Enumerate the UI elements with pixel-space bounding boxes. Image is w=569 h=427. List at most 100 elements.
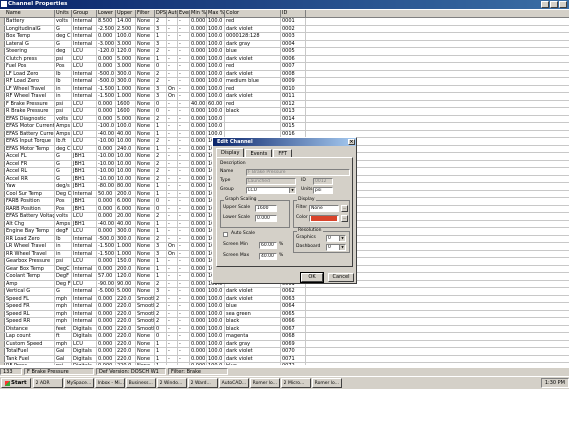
graphics-select[interactable]: 0 ▼ — [326, 235, 346, 242]
close-button[interactable] — [559, 1, 567, 8]
screen-min-input[interactable]: 60.00 — [259, 242, 277, 249]
taskbar-item[interactable]: MySpace... — [63, 378, 94, 388]
taskbar-item[interactable]: 2 Windo... — [156, 378, 187, 388]
table-cell: - — [178, 48, 190, 55]
column-header[interactable]: Lower — [97, 10, 116, 17]
taskbar-item[interactable]: AutoCAD... — [218, 378, 249, 388]
table-row[interactable]: F Brake Pressure psi LCU 0.000 1600 None 0- -40… — [0, 100, 569, 108]
table-row[interactable]: Tank Fuel Gal Digitals 0.000 220.0 None 1- -0.0… — [0, 355, 569, 363]
taskbar-item[interactable]: 2 Ward... — [187, 378, 218, 388]
column-header[interactable]: Auto — [167, 10, 178, 17]
table-row[interactable]: EFAS Motor Current Amps LCU -100.0 100.0 None… — [0, 123, 569, 131]
table-row[interactable]: Speed FL mph Internal 0.000 220.0 Smooth 2- -0.… — [0, 295, 569, 303]
column-header[interactable]: DPS — [155, 10, 167, 17]
column-header[interactable]: Min % — [190, 10, 207, 17]
table-row[interactable]: Steering deg LCU -120.0 120.0 None 2- -0.000 100… — [0, 48, 569, 56]
tab-display[interactable]: Display — [216, 148, 245, 157]
column-header[interactable]: Upper — [116, 10, 136, 17]
id-field[interactable]: 0012 — [313, 178, 333, 185]
table-row[interactable]: Speed RL mph Internal 0.000 220.0 Smooth 2- -0.… — [0, 310, 569, 318]
filter-browse-button[interactable]: … — [341, 205, 348, 212]
table-cell: LCU — [72, 63, 97, 70]
table-cell: blue — [225, 48, 281, 55]
table-row[interactable]: Speed FR mph Internal 0.000 220.0 Smooth 2- -0.… — [0, 303, 569, 311]
start-button[interactable]: Start — [1, 378, 31, 388]
table-cell: LCU — [72, 145, 97, 152]
ok-button[interactable]: OK — [300, 272, 324, 283]
taskbar-item[interactable]: Business... — [125, 378, 156, 388]
resolution-group: Resolution Graphics 0 ▼ Dashboard 0 ▼ — [293, 228, 350, 253]
table-cell: JBH1 — [72, 153, 97, 160]
table-cell: Alt Chg — [5, 220, 55, 227]
table-row[interactable]: LF Wheel Travel in Internal -1.500 1.000 None… — [0, 85, 569, 93]
table-cell: Internal — [72, 25, 97, 32]
color-field[interactable] — [309, 215, 339, 222]
table-cell: Smooth — [137, 303, 155, 310]
table-cell: Internal — [72, 40, 97, 47]
table-row[interactable]: Vertical G G Internal -5.000 5.000 None 3- -0.0… — [0, 288, 569, 296]
dashboard-select[interactable]: 0 ▼ — [326, 244, 346, 251]
table-cell: blue — [225, 303, 281, 310]
table-row[interactable]: Custom Speed mph LCU 0.000 220.0 None 1- -0.000… — [0, 340, 569, 348]
table-cell: Internal — [72, 273, 97, 280]
table-cell: 2 — [155, 235, 167, 242]
lower-scale-input[interactable]: 0.000 — [255, 215, 277, 222]
taskbar-item[interactable]: Romer lo... — [311, 378, 342, 388]
cancel-button[interactable]: Cancel — [328, 273, 354, 282]
table-cell: LongitudinalG — [5, 25, 55, 32]
column-header[interactable]: Name — [5, 10, 55, 17]
table-row[interactable]: LongitudinalG G Internal -2.500 2.500 None 3- -… — [0, 25, 569, 33]
maximize-button[interactable] — [550, 1, 558, 8]
table-cell: - — [167, 190, 178, 197]
filter-field[interactable]: None — [309, 205, 339, 212]
taskbar-item[interactable]: Inbox - Mi... — [94, 378, 125, 388]
table-cell: 1.000 — [116, 93, 136, 100]
table-cell: - — [178, 273, 190, 280]
type-field[interactable]: Launched — [246, 178, 296, 185]
table-row[interactable]: Speed RR mph Internal 0.000 220.0 Smooth 2- -0.… — [0, 318, 569, 326]
table-cell: Accel FR — [5, 160, 55, 167]
color-browse-button[interactable]: … — [341, 215, 348, 222]
table-cell: red — [225, 18, 281, 25]
table-row[interactable]: EFAS Diagnostic volts LCU 0.000 5.000 None 2- -… — [0, 115, 569, 123]
column-header[interactable]: Event — [178, 10, 190, 17]
table-row[interactable]: LF Load Zero lb Internal -500.0 300.0 None 2- -… — [0, 70, 569, 78]
group-select[interactable]: LCU ▼ — [246, 187, 296, 194]
dialog-close-button[interactable]: × — [348, 139, 355, 145]
units-field[interactable]: psi — [313, 187, 333, 194]
table-row[interactable]: RF Wheel Travel in Internal -1.500 1.000 None… — [0, 93, 569, 101]
column-header[interactable]: Units — [55, 10, 72, 17]
table-cell: LR Wheel Travel — [5, 243, 55, 250]
table-row[interactable]: Box Temp deg C Internal 0.000 100.0 None 1- -0.… — [0, 33, 569, 41]
table-row[interactable]: R Brake Pressure psi LCU 0.000 1600 None 0- -0.… — [0, 108, 569, 116]
taskbar-item[interactable]: 2 Micro... — [280, 378, 311, 388]
table-row[interactable]: Battery volts Internal 8.500 14.00 None 2- -0.0… — [0, 18, 569, 26]
table-cell: 0.000 — [191, 115, 207, 122]
upper-scale-input[interactable]: 1600 — [255, 205, 277, 212]
name-field[interactable]: F Brake Pressure — [246, 169, 350, 176]
column-header[interactable]: Filter — [136, 10, 155, 17]
taskbar-item[interactable]: Romer lo... — [249, 378, 280, 388]
table-row[interactable]: Fuel Pos Pos LCU 0.000 3.000 None 0- -0.000 100.… — [0, 63, 569, 71]
table-row[interactable]: Clutch press psi LCU 0.000 5.000 None 1- -0.000… — [0, 55, 569, 63]
table-row[interactable]: RF PresspsiDigitals0.000220.0None1--0.00… — [0, 363, 569, 365]
screen-max-input[interactable]: 40.00 — [259, 253, 277, 260]
table-cell: psi — [55, 100, 72, 107]
dialog-title: Edit Channel — [217, 139, 253, 145]
minimize-button[interactable] — [541, 1, 549, 8]
tab-fft[interactable]: FFT — [273, 149, 293, 157]
column-header[interactable]: ID — [281, 10, 306, 17]
column-header[interactable]: Max % — [207, 10, 225, 17]
table-row[interactable]: TotalFuel Gal Digitals 0.000 220.0 None 1- -0.0… — [0, 348, 569, 356]
column-header[interactable]: Color — [225, 10, 281, 17]
taskbar-item[interactable]: 2 ADR — [32, 378, 63, 388]
auto-scale-checkbox[interactable] — [223, 232, 228, 237]
tab-events[interactable]: Events — [245, 149, 273, 157]
table-row[interactable]: Lap count ft Digitals 0.000 220.0 None 0- -0.00… — [0, 333, 569, 341]
table-row[interactable]: Lateral G G Internal -3.000 3.000 None 3- -0.00… — [0, 40, 569, 48]
table-row[interactable]: RF Load Zero lb Internal -500.0 300.0 None 2- -… — [0, 78, 569, 86]
table-cell: 0008 — [281, 70, 306, 77]
table-row[interactable]: Distance feet Digitals 0.000 220.0 Smooth 0- -0… — [0, 325, 569, 333]
column-header[interactable]: Group — [72, 10, 97, 17]
table-cell: 0015 — [281, 123, 306, 130]
